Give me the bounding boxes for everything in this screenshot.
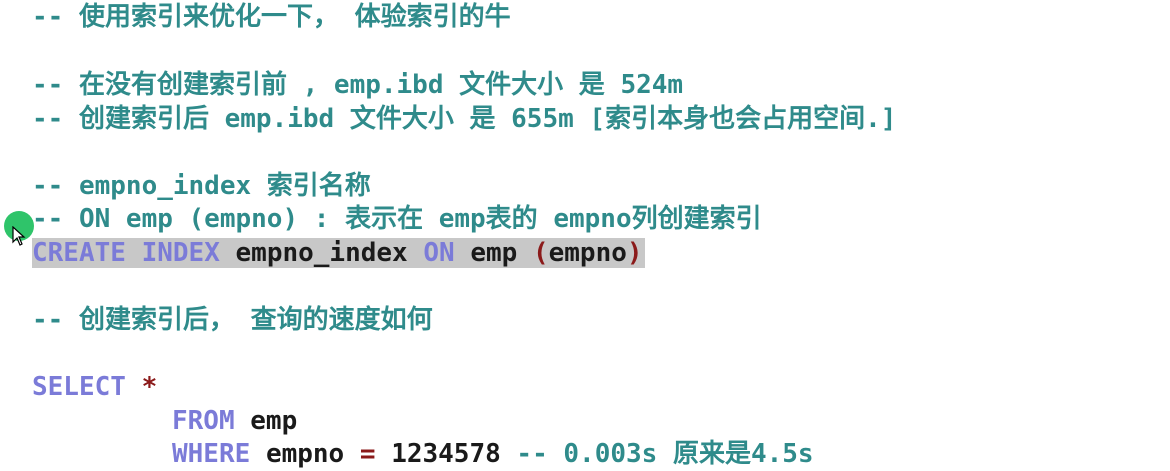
keyword-where: WHERE xyxy=(172,439,251,469)
mouse-pointer-icon xyxy=(12,226,26,246)
comment-line-size-before: -- 在没有创建索引前 , emp.ibd 文件大小 是 524m xyxy=(32,70,684,100)
keyword-select: SELECT xyxy=(32,372,126,402)
column-name: empno xyxy=(548,238,627,268)
paren-open: ( xyxy=(532,238,549,268)
keyword-create: CREATE xyxy=(32,238,126,268)
comment-line-optimize: -- 使用索引来优化一下， 体验索引的牛 xyxy=(32,2,511,32)
select-star: * xyxy=(141,372,158,402)
table-name: emp xyxy=(470,238,518,268)
paren-close: ) xyxy=(626,238,643,268)
where-value: 1234578 xyxy=(391,439,501,469)
comment-line-index-name: -- empno_index 索引名称 xyxy=(32,171,371,201)
select-line: SELECT * xyxy=(32,370,157,404)
index-name: empno_index xyxy=(235,238,408,268)
keyword-on: ON xyxy=(423,238,455,268)
equals-operator: = xyxy=(359,439,376,469)
comment-line-on-explain: -- ON emp (empno) : 表示在 emp表的 empno列创建索引 xyxy=(32,204,762,234)
sql-editor[interactable]: -- 使用索引来优化一下， 体验索引的牛 -- 在没有创建索引前 , emp.i… xyxy=(0,0,1170,469)
timing-comment: -- 0.003s 原来是4.5s xyxy=(516,439,814,469)
create-index-statement[interactable]: CREATE INDEX empno_index ON emp (empno) xyxy=(32,236,645,270)
keyword-from: FROM xyxy=(172,406,235,436)
from-table: emp xyxy=(250,406,298,436)
keyword-index: INDEX xyxy=(141,238,220,268)
comment-line-size-after: -- 创建索引后 emp.ibd 文件大小 是 655m [索引本身也会占用空间… xyxy=(32,104,897,134)
where-column: empno xyxy=(265,439,345,469)
comment-line-query-speed: -- 创建索引后， 查询的速度如何 xyxy=(32,305,433,335)
selection-highlight: CREATE INDEX empno_index ON emp (empno) xyxy=(32,238,645,268)
from-line: FROM emp xyxy=(172,404,297,438)
